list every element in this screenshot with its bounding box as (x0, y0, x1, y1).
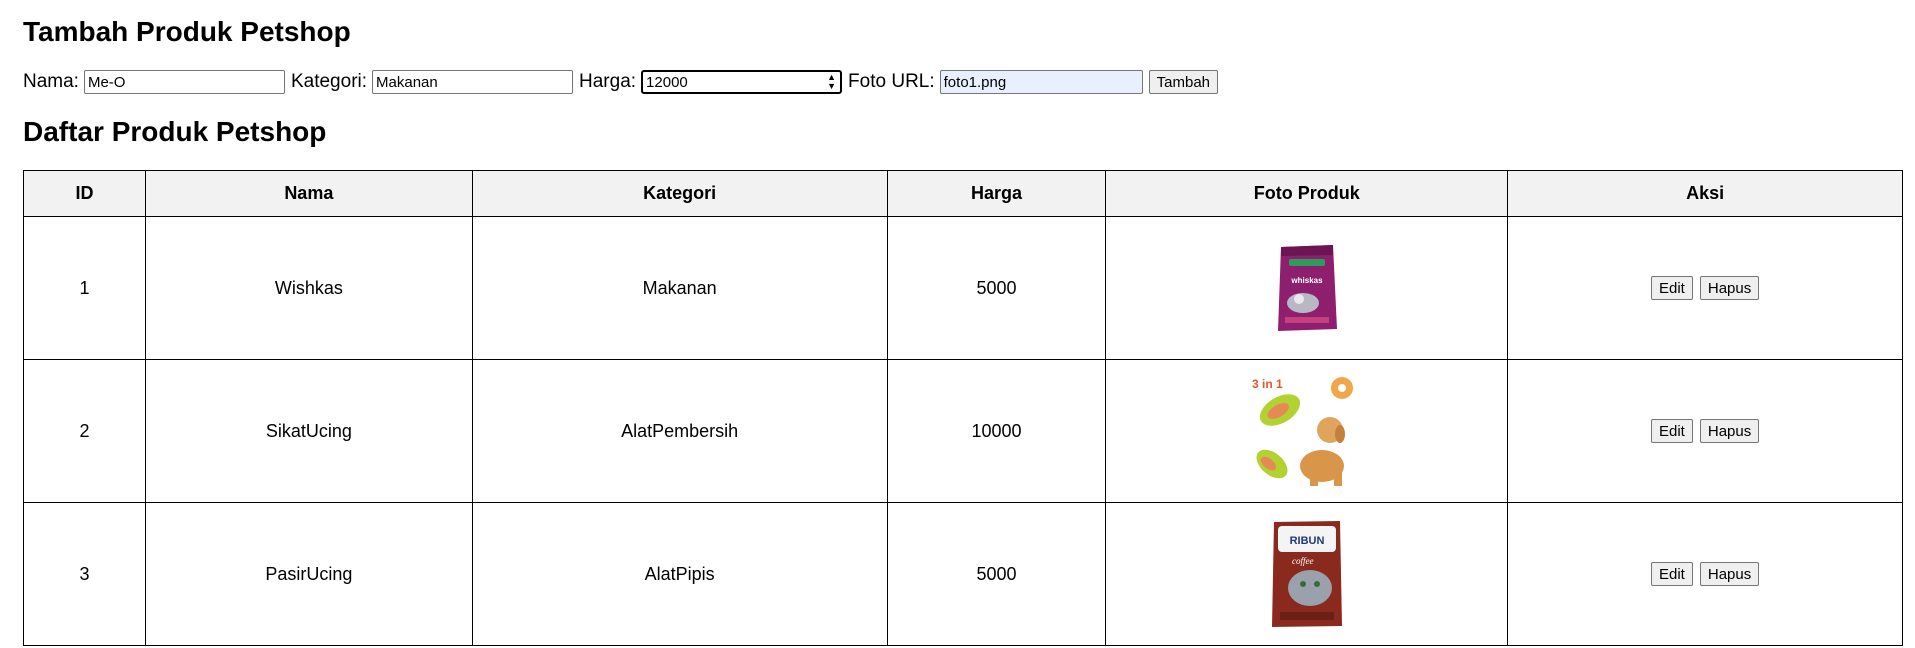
litter-variant-text: coffee (1292, 556, 1314, 566)
column-header-id: ID (23, 170, 146, 217)
tambah-button[interactable]: Tambah (1148, 70, 1219, 94)
cell-foto: whiskas (1105, 216, 1509, 360)
cell-foto: 3 in 1 (1105, 359, 1509, 503)
harga-select[interactable]: 12000 (641, 70, 843, 94)
edit-button[interactable]: Edit (1650, 276, 1693, 300)
product-list-heading: Daftar Produk Petshop (23, 116, 327, 147)
cell-id: 1 (23, 216, 146, 360)
column-header-foto: Foto Produk (1105, 170, 1509, 217)
kategori-label: Kategori: (290, 71, 368, 92)
hapus-button[interactable]: Hapus (1699, 562, 1760, 586)
cell-nama: PasirUcing (144, 502, 473, 646)
cell-aksi: Edit Hapus (1507, 359, 1903, 503)
cell-harga: 5000 (886, 502, 1107, 646)
foto-url-label: Foto URL: (848, 71, 935, 92)
cell-id: 3 (23, 502, 146, 646)
edit-button[interactable]: Edit (1650, 562, 1693, 586)
nama-label: Nama: (23, 71, 79, 92)
table-header-row: ID Nama Kategori Harga Foto Produk Aksi (23, 170, 1903, 217)
cell-harga: 5000 (886, 216, 1107, 360)
hapus-button[interactable]: Hapus (1699, 419, 1760, 443)
column-header-kategori: Kategori (471, 170, 888, 217)
harga-field: 12000 ▲ ▼ (641, 70, 843, 94)
product-photo-pet-brush: 3 in 1 (1252, 377, 1353, 486)
kategori-input[interactable] (372, 70, 574, 94)
promo-badge-text: 3 in 1 (1252, 377, 1283, 391)
column-header-harga: Harga (886, 170, 1107, 217)
table-row: 3 PasirUcing AlatPipis 5000 RIBUN coffee (23, 502, 1903, 646)
edit-button[interactable]: Edit (1650, 419, 1693, 443)
cell-kategori: Makanan (471, 216, 888, 360)
nama-input[interactable] (83, 70, 285, 94)
cell-foto: RIBUN coffee (1105, 502, 1509, 646)
hapus-button[interactable]: Hapus (1699, 276, 1760, 300)
cell-harga: 10000 (886, 359, 1107, 503)
column-header-nama: Nama (144, 170, 473, 217)
add-product-heading: Tambah Produk Petshop (23, 16, 351, 47)
cell-kategori: AlatPipis (471, 502, 888, 646)
brand-logo-text: whiskas (1290, 276, 1323, 285)
column-header-aksi: Aksi (1507, 170, 1903, 217)
cell-nama: Wishkas (144, 216, 473, 360)
cell-kategori: AlatPembersih (471, 359, 888, 503)
product-photo-whiskas: whiskas (1277, 245, 1337, 331)
cell-nama: SikatUcing (144, 359, 473, 503)
cell-aksi: Edit Hapus (1507, 216, 1903, 360)
litter-brand-text: RIBUN (1289, 535, 1324, 547)
harga-label: Harga: (579, 71, 637, 92)
table-row: 1 Wishkas Makanan 5000 whiskas Edit Hapu… (23, 216, 1903, 360)
cell-id: 2 (23, 359, 146, 503)
foto-url-input[interactable] (939, 70, 1143, 94)
cell-aksi: Edit Hapus (1507, 502, 1903, 646)
product-photo-cat-litter: RIBUN coffee (1271, 521, 1342, 627)
product-table: ID Nama Kategori Harga Foto Produk Aksi … (23, 170, 1903, 646)
add-product-form: Nama: Kategori: Harga: 12000 ▲▼ Foto URL… (23, 70, 1219, 94)
table-row: 2 SikatUcing AlatPembersih 10000 3 in 1 (23, 359, 1903, 503)
